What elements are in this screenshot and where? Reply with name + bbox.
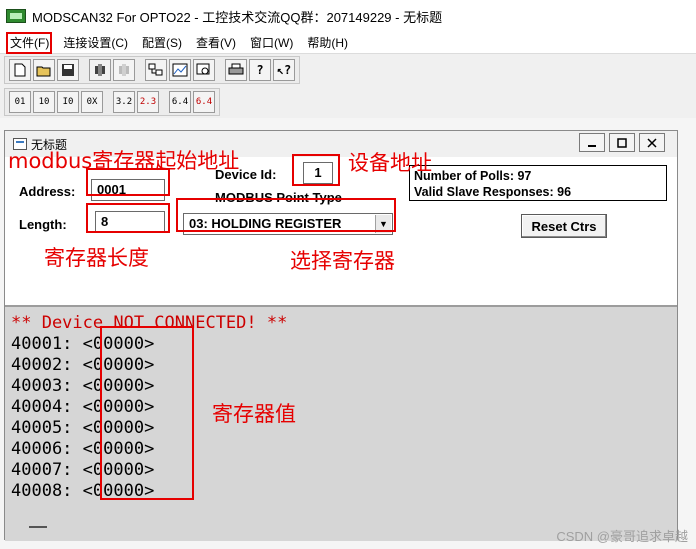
fmt-32-icon[interactable]: 3.2	[113, 91, 135, 113]
print-icon[interactable]	[225, 59, 247, 81]
address-label: Address:	[19, 184, 76, 199]
fmt-swap-label: 2.3	[139, 97, 157, 107]
input-reg-icon[interactable]: I0	[57, 91, 79, 113]
annotation-select-register: 选择寄存器	[290, 249, 395, 273]
device-id-input[interactable]: 1	[303, 162, 333, 184]
input-10-label: 10	[38, 97, 50, 107]
connect-icon[interactable]	[89, 59, 111, 81]
coil-01-icon[interactable]: 01	[9, 91, 31, 113]
register-row: 40003: <00000>	[11, 376, 154, 396]
register-address: 40003:	[11, 376, 73, 396]
menu-help[interactable]: 帮助(H)	[300, 33, 355, 53]
save-icon[interactable]	[57, 59, 79, 81]
register-address: 40008:	[11, 481, 73, 501]
annotation-register-value: 寄存器值	[212, 402, 296, 426]
input-reg-label: I0	[62, 97, 74, 107]
annotation-register-length: 寄存器长度	[44, 246, 149, 270]
new-icon[interactable]	[9, 59, 31, 81]
graph-icon[interactable]	[169, 59, 191, 81]
point-type-label: MODBUS Point Type	[215, 190, 342, 205]
document-window: 无标题 Address: 0001 Length: 8 Device Id: 1…	[4, 130, 678, 541]
menu-bar: 文件(F) 连接设置(C) 配置(S) 查看(V) 窗口(W) 帮助(H)	[0, 32, 696, 54]
register-address: 40007:	[11, 460, 73, 480]
title-bar: MODSCAN32 For OPTO22 - 工控技术交流QQ群：2071492…	[0, 0, 696, 32]
register-row: 40001: <00000>	[11, 334, 154, 354]
point-type-select[interactable]: 03: HOLDING REGISTER ▼	[183, 213, 393, 235]
length-label: Length:	[19, 217, 67, 232]
hex-icon[interactable]: 0X	[81, 91, 103, 113]
annotation-start-address: modbus寄存器起始地址	[8, 149, 240, 173]
open-icon[interactable]	[33, 59, 55, 81]
app-icon	[6, 9, 26, 23]
register-value: <00000>	[82, 376, 155, 396]
status-dash	[29, 526, 47, 528]
register-address: 40004:	[11, 397, 73, 417]
display-icon[interactable]	[145, 59, 167, 81]
register-value: <00000>	[82, 418, 155, 438]
main-toolbar: ? ↖?	[4, 56, 300, 84]
reset-counters-button[interactable]: Reset Ctrs	[521, 214, 607, 238]
register-value: <00000>	[82, 460, 155, 480]
minimize-button[interactable]	[579, 133, 605, 152]
chevron-down-icon[interactable]: ▼	[375, 215, 391, 233]
annotation-device-address: 设备地址	[348, 151, 432, 175]
zoom-icon[interactable]	[193, 59, 215, 81]
register-address: 40001:	[11, 334, 73, 354]
context-help-icon[interactable]: ↖?	[273, 59, 295, 81]
maximize-button[interactable]	[609, 133, 635, 152]
fmt-64b-label: 6.4	[195, 97, 213, 107]
register-address: 40002:	[11, 355, 73, 375]
register-value: <00000>	[82, 355, 155, 375]
menu-window[interactable]: 窗口(W)	[243, 33, 300, 53]
menu-view[interactable]: 查看(V)	[189, 33, 243, 53]
register-row: 40005: <00000>	[11, 418, 154, 438]
poll-stats-box: Number of Polls: 97 Valid Slave Response…	[409, 165, 667, 201]
register-value: <00000>	[82, 481, 155, 501]
hex-label: 0X	[86, 97, 98, 107]
format-toolbar: 01 10 I0 0X 3.2 2.3 6.4 6.4	[4, 88, 220, 116]
responses-count: Valid Slave Responses: 96	[414, 185, 572, 199]
menu-file[interactable]: 文件(F)	[3, 33, 56, 53]
fmt-64b-icon[interactable]: 6.4	[193, 91, 215, 113]
point-type-value: 03: HOLDING REGISTER	[189, 216, 342, 231]
register-display: ** Device NOT CONNECTED! ** 40001: <0000…	[5, 305, 677, 541]
register-row: 40008: <00000>	[11, 481, 154, 501]
register-row: 40006: <00000>	[11, 439, 154, 459]
window-title: MODSCAN32 For OPTO22 - 工控技术交流QQ群：2071492…	[32, 9, 443, 25]
menu-setup[interactable]: 配置(S)	[135, 33, 189, 53]
fmt-32-label: 3.2	[115, 97, 133, 107]
register-value: <00000>	[82, 439, 155, 459]
register-address: 40005:	[11, 418, 73, 438]
polls-count: Number of Polls: 97	[414, 169, 532, 183]
register-row: 40007: <00000>	[11, 460, 154, 480]
register-value: <00000>	[82, 334, 155, 354]
fmt-64-label: 6.4	[171, 97, 189, 107]
settings-panel: Address: 0001 Length: 8 Device Id: 1 MOD…	[5, 157, 677, 305]
watermark: CSDN @豪哥追求卓越	[556, 529, 688, 544]
mdi-client-area: 无标题 Address: 0001 Length: 8 Device Id: 1…	[0, 118, 696, 549]
input-10-icon[interactable]: 10	[33, 91, 55, 113]
help-icon[interactable]: ?	[249, 59, 271, 81]
register-row: 40002: <00000>	[11, 355, 154, 375]
register-address: 40006:	[11, 439, 73, 459]
disconnect-icon[interactable]	[113, 59, 135, 81]
fmt-64-icon[interactable]: 6.4	[169, 91, 191, 113]
register-row: 40004: <00000>	[11, 397, 154, 417]
menu-connection[interactable]: 连接设置(C)	[56, 33, 135, 53]
length-input[interactable]: 8	[95, 211, 165, 233]
address-input[interactable]: 0001	[91, 179, 165, 201]
register-value: <00000>	[82, 397, 155, 417]
coil-01-label: 01	[14, 97, 26, 107]
close-button[interactable]	[639, 133, 665, 152]
window-controls	[575, 133, 665, 152]
connection-status: ** Device NOT CONNECTED! **	[11, 313, 288, 333]
fmt-swap-icon[interactable]: 2.3	[137, 91, 159, 113]
